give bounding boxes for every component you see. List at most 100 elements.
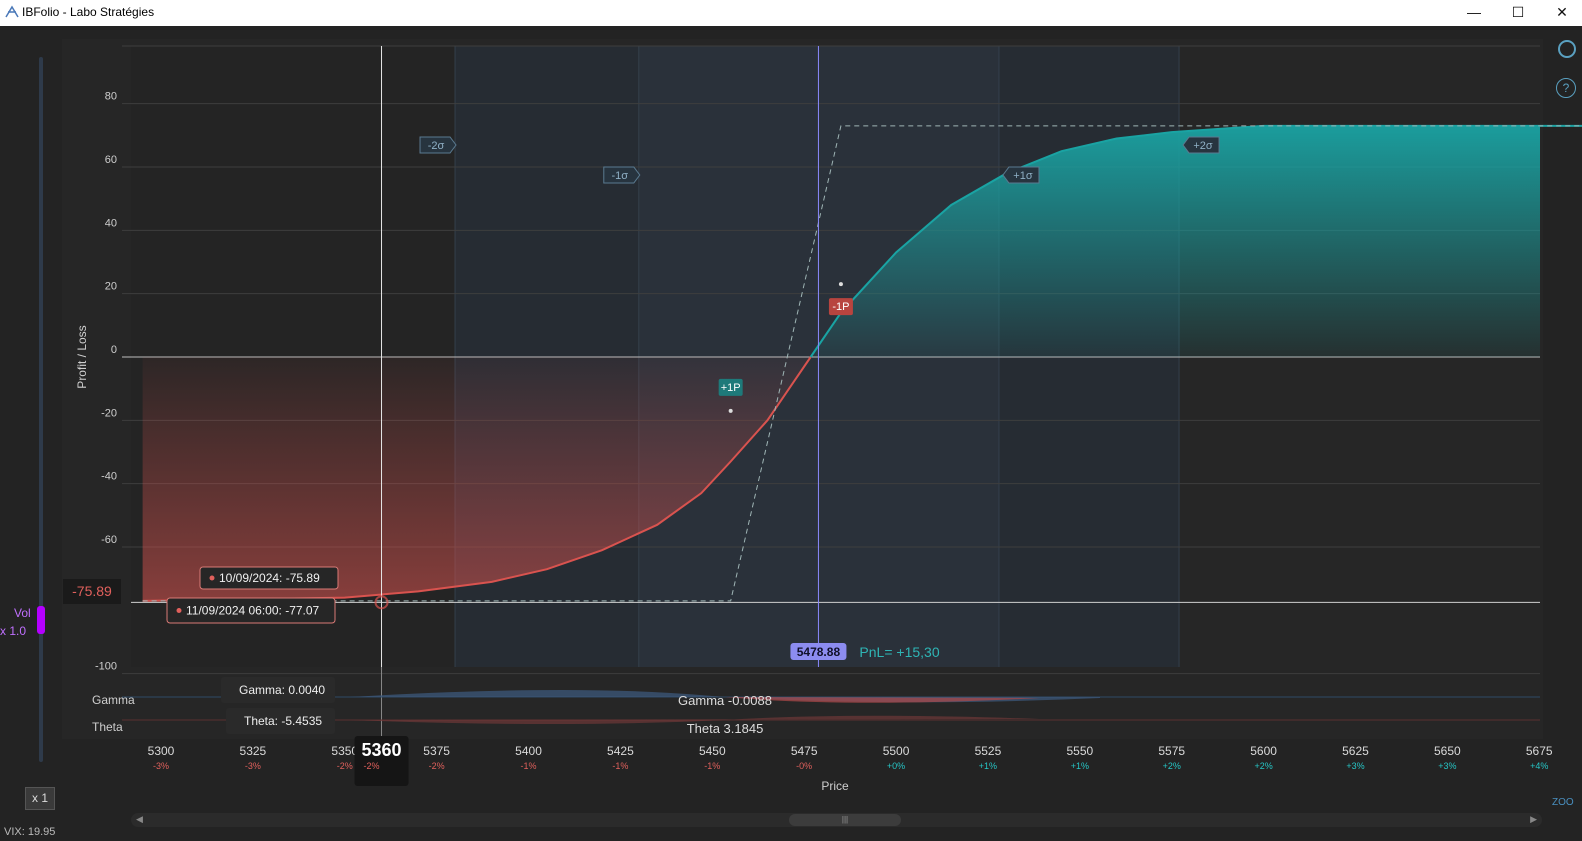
x-tick-label: 5350 bbox=[331, 744, 358, 758]
app-logo-icon bbox=[5, 5, 19, 18]
y-axis-label: Profit / Loss bbox=[75, 325, 89, 388]
sigma-tag-shape bbox=[603, 166, 641, 184]
x-tick-label: 5550 bbox=[1066, 744, 1093, 758]
y-tick-label: -20 bbox=[101, 407, 117, 419]
gamma-cursor-box bbox=[221, 677, 335, 703]
y-tick-label: -60 bbox=[101, 534, 117, 546]
title-bar: IBFolio - Labo Stratégies — ☐ ✕ bbox=[0, 0, 1582, 26]
x-pct-label: +2% bbox=[1254, 761, 1272, 771]
x-tick-label: 5450 bbox=[699, 744, 726, 758]
x-tick-label: 5375 bbox=[423, 744, 450, 758]
y-tick-label: 20 bbox=[105, 281, 117, 293]
x-tick-label: 5500 bbox=[883, 744, 910, 758]
multiplier-button[interactable]: x 1 bbox=[25, 787, 55, 810]
settings-icon[interactable] bbox=[1558, 40, 1576, 58]
x-pct-label: -1% bbox=[704, 761, 720, 771]
sigma-tag-label: +2σ bbox=[1193, 140, 1213, 152]
leg-tag-box bbox=[718, 378, 743, 396]
sigma-tag: +2σ bbox=[1182, 136, 1220, 154]
series-line-expiry bbox=[142, 125, 1582, 602]
close-button[interactable]: ✕ bbox=[1540, 0, 1582, 26]
profit-area bbox=[810, 125, 1582, 357]
sigma-tag-label: +1σ bbox=[1013, 170, 1033, 182]
x-pct-label: -1% bbox=[521, 761, 537, 771]
x-pct-label: -2% bbox=[337, 761, 353, 771]
theta-area bbox=[350, 715, 1040, 724]
theta-label: Theta bbox=[92, 720, 123, 734]
minimize-button[interactable]: — bbox=[1452, 0, 1496, 26]
sigma-tag-label: -2σ bbox=[428, 140, 445, 152]
plot-background bbox=[62, 39, 1543, 739]
y-tick-label: -40 bbox=[101, 471, 117, 483]
leg-point bbox=[838, 282, 843, 287]
y-tick-label: 60 bbox=[105, 154, 117, 166]
left-panel bbox=[0, 27, 62, 841]
tooltip-label: 11/09/2024 06:00: -77.07 bbox=[186, 604, 320, 618]
x-tick-label: 5525 bbox=[975, 744, 1002, 758]
tooltip-label: 10/09/2024: -75.89 bbox=[219, 571, 320, 585]
scroll-right-arrow-icon[interactable]: ▶ bbox=[1530, 814, 1537, 825]
vol-slider-thumb[interactable] bbox=[37, 606, 45, 634]
cursor-pct-label: -2% bbox=[364, 761, 380, 771]
band-outer-left bbox=[131, 46, 456, 667]
theta-spot-label: Theta 3.1845 bbox=[687, 721, 764, 736]
sigma-tag-shape bbox=[419, 136, 457, 154]
y-tick-label: 40 bbox=[105, 217, 117, 229]
x-tick-label: 5400 bbox=[515, 744, 542, 758]
sigma-tag: -2σ bbox=[419, 136, 457, 154]
leg-point bbox=[728, 408, 733, 413]
x-tick-label: 5425 bbox=[607, 744, 634, 758]
spot-badge bbox=[790, 643, 847, 660]
x-tick-label: 5650 bbox=[1434, 744, 1461, 758]
x-pct-label: +0% bbox=[887, 761, 905, 771]
x-pct-label: -2% bbox=[429, 761, 445, 771]
vol-multiplier: x 1.0 bbox=[0, 624, 27, 638]
x-pct-label: +2% bbox=[1163, 761, 1181, 771]
gamma-negative-area bbox=[725, 697, 1040, 703]
band-2sigma-right bbox=[998, 46, 1180, 667]
y-tick-label: 80 bbox=[105, 91, 117, 103]
x-tick-label: 5625 bbox=[1342, 744, 1369, 758]
gamma-spot-label: Gamma -0.0088 bbox=[678, 693, 772, 708]
theta-cursor-box bbox=[226, 708, 335, 734]
scroll-thumb[interactable]: ||| bbox=[789, 814, 901, 826]
tooltip-box bbox=[166, 597, 336, 624]
x-pct-label: +1% bbox=[1071, 761, 1089, 771]
x-pct-label: -3% bbox=[245, 761, 261, 771]
gamma-area bbox=[350, 689, 1100, 703]
sigma-tag: -1σ bbox=[603, 166, 641, 184]
scroll-left-arrow-icon[interactable]: ◀ bbox=[136, 814, 143, 825]
x-pct-label: -3% bbox=[153, 761, 169, 771]
spot-pnl-label: PnL= +15,30 bbox=[859, 644, 939, 660]
tooltip-box bbox=[199, 566, 339, 590]
sigma-tag-shape bbox=[1002, 166, 1040, 184]
leg-tag-label: -1P bbox=[832, 301, 849, 313]
zoom-label[interactable]: ZOO bbox=[1552, 797, 1574, 808]
pnl-readout-label: -75.89 bbox=[72, 583, 112, 599]
band-1sigma bbox=[638, 46, 999, 667]
series-line-today-profit bbox=[809, 124, 1582, 358]
x-tick-label: 5575 bbox=[1158, 744, 1185, 758]
sigma-tag: +1σ bbox=[1002, 166, 1040, 184]
x-pct-label: +1% bbox=[979, 761, 997, 771]
band-2sigma-left bbox=[455, 46, 639, 667]
x-pct-label: -1% bbox=[612, 761, 628, 771]
y-tick-label: -100 bbox=[95, 661, 117, 673]
series-line-today-loss bbox=[142, 356, 812, 602]
gamma-label: Gamma bbox=[92, 693, 135, 707]
sigma-tag-label: -1σ bbox=[611, 170, 628, 182]
vol-label: Vol bbox=[14, 606, 31, 620]
window-title: IBFolio - Labo Stratégies bbox=[22, 5, 155, 19]
x-tick-label: 5600 bbox=[1250, 744, 1277, 758]
sigma-tag-shape bbox=[1182, 136, 1220, 154]
pnl-chart[interactable]: Gamma: 0.0040 Theta: -5.4535 Gamma -0.0088… bbox=[0, 0, 1582, 841]
leg-tag-label: +1P bbox=[721, 382, 741, 394]
pnl-readout-box bbox=[63, 579, 121, 604]
horizontal-scrollbar[interactable]: ◀ ||| ▶ bbox=[131, 813, 1542, 827]
maximize-button[interactable]: ☐ bbox=[1496, 0, 1540, 26]
tooltip-bullet bbox=[209, 575, 215, 581]
help-icon[interactable]: ? bbox=[1556, 78, 1576, 98]
spot-price-label: 5478.88 bbox=[797, 645, 841, 659]
vol-slider-track[interactable] bbox=[39, 57, 43, 762]
cursor-point bbox=[374, 595, 389, 610]
